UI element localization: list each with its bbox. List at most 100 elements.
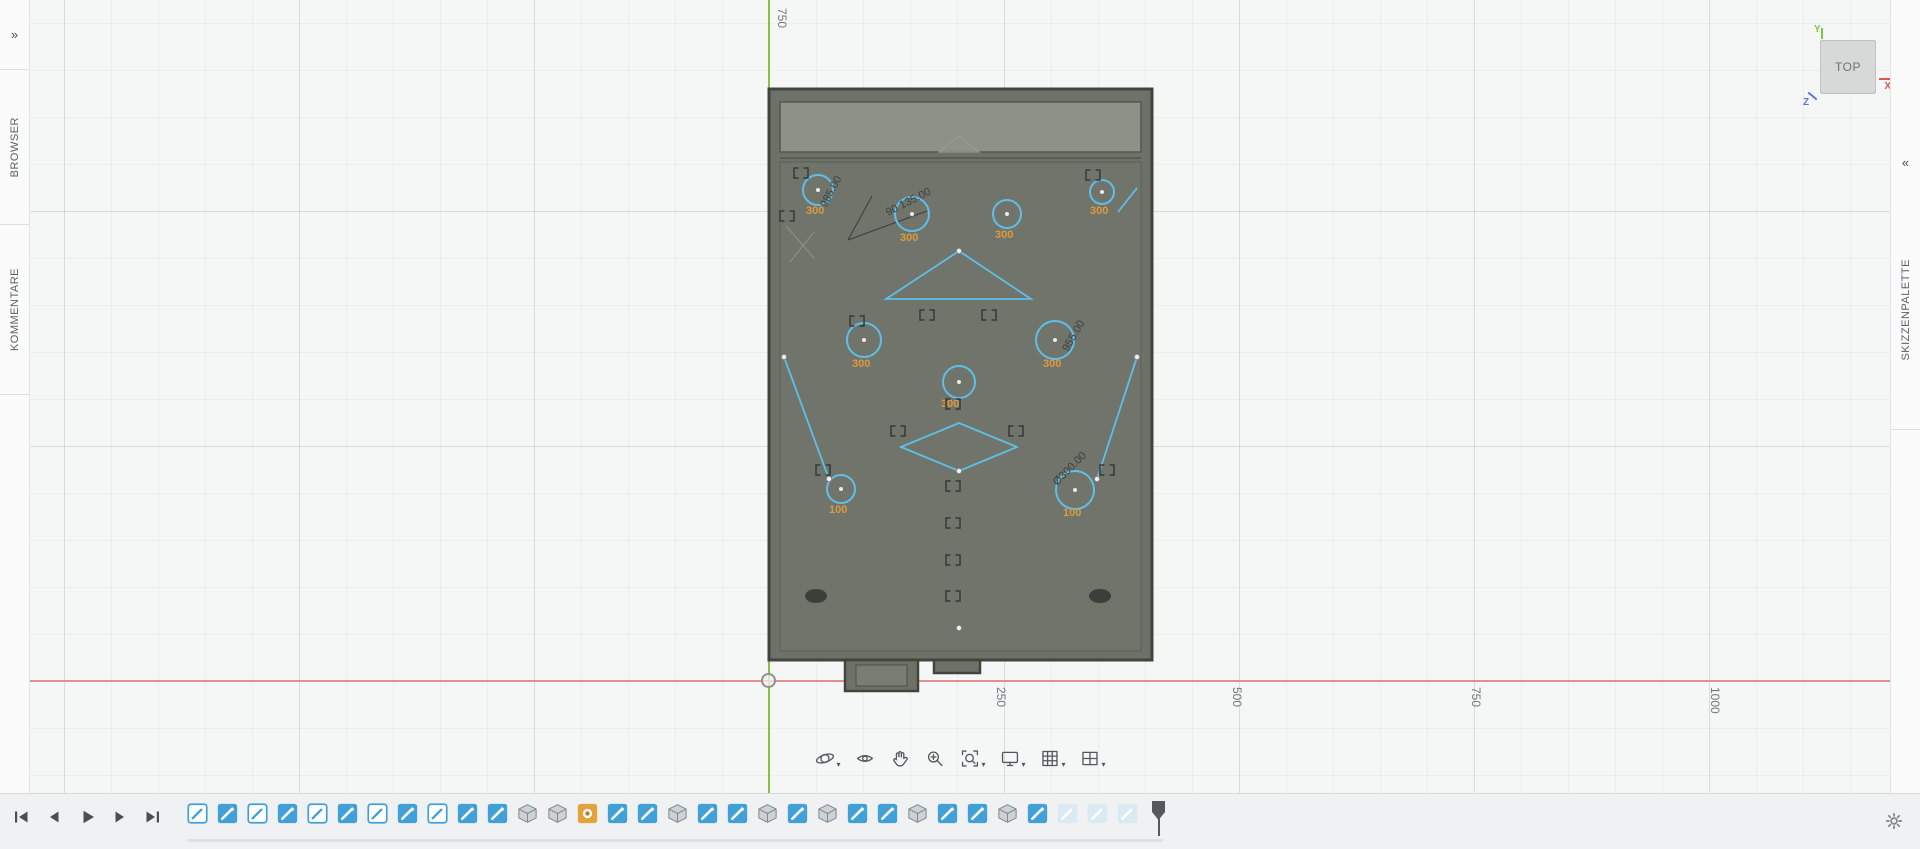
nav-fit-button[interactable]: ▾ xyxy=(956,746,988,771)
timeline-item-sketch[interactable] xyxy=(937,803,958,824)
sketch-feature-icon xyxy=(217,803,238,824)
expand-browser-icon[interactable]: » xyxy=(11,27,18,42)
timeline-item-faded[interactable] xyxy=(1087,803,1108,824)
timeline-item-hole[interactable] xyxy=(577,803,598,824)
timeline-scrollbar[interactable] xyxy=(187,839,1163,842)
sidebar-tab-kommentare[interactable]: KOMMENTARE xyxy=(0,225,29,395)
dropdown-caret-icon[interactable]: ▾ xyxy=(1102,760,1106,769)
timeline-item-sketch[interactable] xyxy=(967,803,988,824)
timeline-item-sketch-outline[interactable] xyxy=(427,803,448,824)
circle-diameter-label: 300 xyxy=(995,229,1013,241)
sketch-point[interactable] xyxy=(956,625,963,632)
sketch-origin-point[interactable] xyxy=(761,673,776,688)
timeline-item-sketch-outline[interactable] xyxy=(247,803,268,824)
dropdown-caret-icon[interactable]: ▾ xyxy=(836,760,840,769)
viewcube-face-top[interactable]: TOP xyxy=(1820,40,1876,94)
sketch-point[interactable] xyxy=(956,247,963,254)
timeline-item-sketch[interactable] xyxy=(397,803,418,824)
timeline-item-feature[interactable] xyxy=(547,803,568,824)
sketch-outline-feature-icon xyxy=(247,803,268,824)
grid-settings-icon xyxy=(1042,750,1058,767)
timeline-item-sketch[interactable] xyxy=(607,803,628,824)
timeline-item-sketch[interactable] xyxy=(877,803,898,824)
timeline-item-sketch[interactable] xyxy=(277,803,298,824)
circle-diameter-label: 300 xyxy=(852,358,870,370)
dropdown-caret-icon[interactable]: ▾ xyxy=(1062,760,1066,769)
feature-feature-icon xyxy=(668,804,687,823)
timeline-item-feature[interactable] xyxy=(517,803,538,824)
timeline-item-sketch[interactable] xyxy=(217,803,238,824)
fit-icon xyxy=(961,750,979,767)
sidebar-tab-skizzenpalette[interactable]: SKIZZENPALETTE xyxy=(1891,190,1920,430)
timeline-item-feature[interactable] xyxy=(757,803,778,824)
sketch-scene: 300300 300300300 300300100 100985.00 90 135.… xyxy=(767,87,1154,693)
timeline-item-sketch[interactable] xyxy=(457,803,478,824)
timeline-item-sketch-outline[interactable] xyxy=(367,803,388,824)
nav-orbit-button[interactable]: ▾ xyxy=(811,746,843,771)
timeline-item-sketch-outline[interactable] xyxy=(307,803,328,824)
fusion-app: 300 300 300 300 300 300 300 100 100 985.00 90 135.… xyxy=(0,0,1920,849)
timeline-item-sketch[interactable] xyxy=(1027,803,1048,824)
sketch-point[interactable] xyxy=(1134,353,1141,360)
sketch-feature-icon xyxy=(487,803,508,824)
timeline-item-sketch[interactable] xyxy=(337,803,358,824)
timeline-item-feature[interactable] xyxy=(817,803,838,824)
timeline-item-faded[interactable] xyxy=(1057,803,1078,824)
nav-display-settings-button[interactable]: ▾ xyxy=(996,746,1028,771)
timeline-item-sketch[interactable] xyxy=(847,803,868,824)
sketch-feature-icon xyxy=(967,803,988,824)
sketch-point[interactable] xyxy=(956,467,963,474)
nav-viewports-button[interactable]: ▾ xyxy=(1077,746,1109,771)
sketch-feature-icon xyxy=(1027,803,1048,824)
sketch-point[interactable] xyxy=(826,475,833,482)
sketch-feature-icon xyxy=(847,803,868,824)
dropdown-caret-icon[interactable]: ▾ xyxy=(1021,760,1025,769)
sketch-feature-icon xyxy=(877,803,898,824)
timeline-item-sketch[interactable] xyxy=(727,803,748,824)
timeline-item-sketch[interactable] xyxy=(637,803,658,824)
hole-feature-icon xyxy=(577,803,598,824)
timeline-item-sketch-outline[interactable] xyxy=(187,803,208,824)
ruler-label: 1000 xyxy=(1708,687,1722,714)
viewport-canvas[interactable]: 300 300 300 300 300 300 300 100 100 985.00 90 135.… xyxy=(0,0,1920,793)
sidebar-tab-browser[interactable]: BROWSER xyxy=(0,70,29,225)
step-back-icon xyxy=(50,811,59,823)
nav-grid-settings-button[interactable]: ▾ xyxy=(1037,746,1069,771)
skip-end-icon xyxy=(146,811,159,823)
sketch-point[interactable] xyxy=(781,353,788,360)
playback-play-button[interactable] xyxy=(74,804,100,830)
circle-diameter-label: 300 xyxy=(806,205,824,217)
playback-skip-start-button[interactable] xyxy=(8,804,34,830)
left-panel-strip: » BROWSER KOMMENTARE xyxy=(0,0,30,793)
timeline-item-sketch[interactable] xyxy=(787,803,808,824)
timeline-settings-button[interactable] xyxy=(1880,807,1908,835)
gear-icon xyxy=(1885,812,1903,830)
nav-zoom-button[interactable] xyxy=(921,746,948,771)
sketch-point[interactable] xyxy=(1094,475,1101,482)
timeline-item-faded[interactable] xyxy=(1117,803,1138,824)
viewcube-axis-z: Z xyxy=(1803,97,1810,108)
playback-step-forward-button[interactable] xyxy=(107,804,133,830)
nav-look-at-button[interactable] xyxy=(851,746,878,771)
timeline xyxy=(0,793,1920,849)
timeline-marker[interactable] xyxy=(1152,801,1165,837)
look-at-icon xyxy=(856,755,874,762)
sketch-outline-feature-icon xyxy=(367,803,388,824)
circle-diameter-label: 300 xyxy=(1043,358,1061,370)
timeline-track[interactable] xyxy=(187,803,1138,824)
expand-sketch-palette-icon[interactable]: « xyxy=(1902,155,1909,170)
timeline-item-sketch[interactable] xyxy=(487,803,508,824)
y-axis-tick xyxy=(1821,28,1823,39)
timeline-item-feature[interactable] xyxy=(997,803,1018,824)
faded-feature-icon xyxy=(1087,803,1108,824)
viewcube[interactable]: TOP Y X Z xyxy=(1803,24,1894,108)
circle-diameter-label: 100 xyxy=(829,504,847,516)
timeline-item-feature[interactable] xyxy=(667,803,688,824)
nav-pan-button[interactable] xyxy=(886,746,913,771)
playback-skip-end-button[interactable] xyxy=(140,804,166,830)
timeline-item-feature[interactable] xyxy=(907,803,928,824)
playback-step-back-button[interactable] xyxy=(41,804,67,830)
ruler-label-top: 750 xyxy=(775,8,789,29)
timeline-item-sketch[interactable] xyxy=(697,803,718,824)
dropdown-caret-icon[interactable]: ▾ xyxy=(981,760,985,769)
